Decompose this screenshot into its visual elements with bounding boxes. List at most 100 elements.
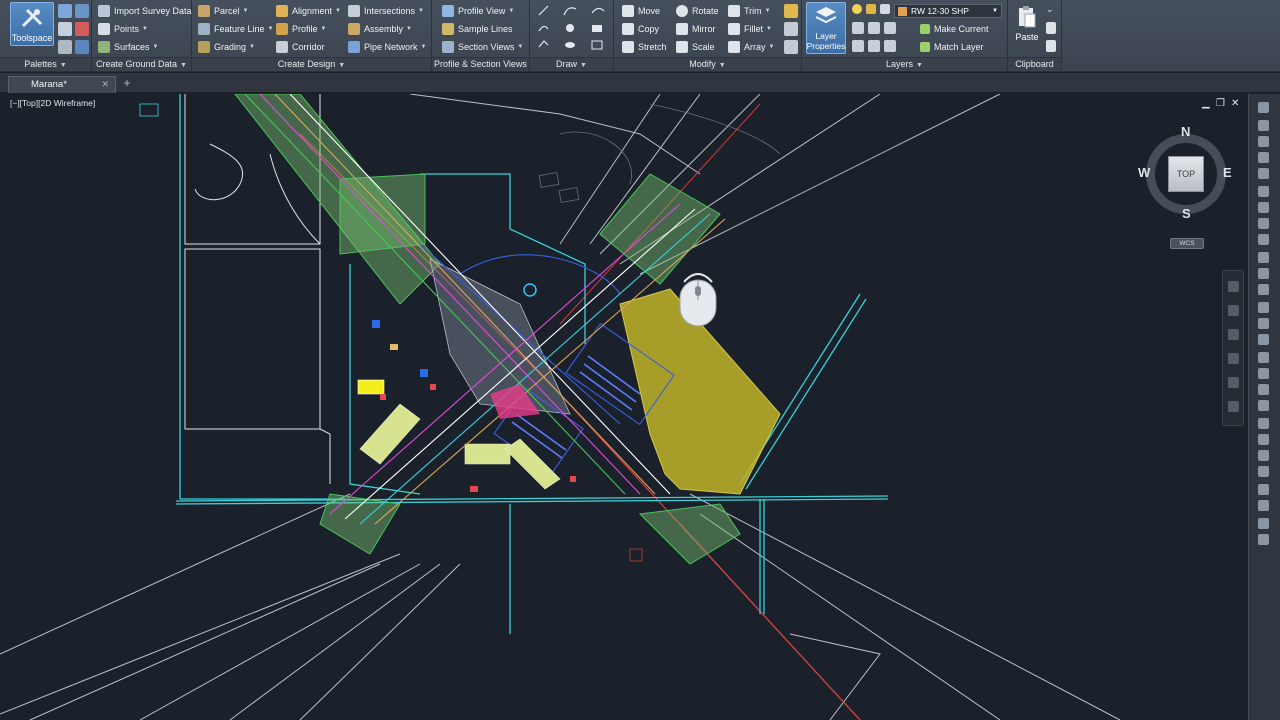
viewport-controls-label[interactable]: [−][Top][2D Wireframe] [10, 98, 95, 108]
tool-icon[interactable] [1258, 334, 1269, 345]
tool-icon[interactable] [1258, 234, 1269, 245]
layers-palette-icon[interactable] [75, 22, 89, 36]
scale-button[interactable]: Scale [676, 39, 715, 55]
sample-lines-button[interactable]: Sample Lines [442, 21, 513, 37]
erase-icon[interactable] [784, 22, 798, 36]
tool-icon[interactable] [1258, 484, 1269, 495]
palettes-panel-title[interactable]: Palettes ▼ [0, 57, 91, 70]
profile-button[interactable]: Profile ▼ [276, 21, 326, 37]
tool-icon[interactable] [1258, 136, 1269, 147]
bulb-icon[interactable] [852, 4, 862, 14]
layer-tool-icon[interactable] [868, 40, 880, 52]
ground-data-panel-title[interactable]: Create Ground Data ▼ [92, 57, 191, 70]
tool-icon[interactable] [1258, 284, 1269, 295]
profile-view-button[interactable]: Profile View ▼ [442, 3, 514, 19]
lock-icon[interactable] [880, 4, 890, 14]
site-plan-drawing[interactable] [0, 94, 1246, 720]
layer-tool-icon[interactable] [868, 22, 880, 34]
restore-icon[interactable]: ❐ [1216, 98, 1225, 109]
copy-button[interactable]: Copy [622, 21, 659, 37]
cut-icon[interactable] [1046, 40, 1056, 52]
compass-east-label[interactable]: E [1223, 165, 1232, 180]
compass-west-label[interactable]: W [1138, 165, 1150, 180]
layer-tool-icon[interactable] [852, 22, 864, 34]
viewcube[interactable]: TOP N S E W [1138, 124, 1234, 222]
toolspace-button[interactable]: Toolspace [10, 2, 54, 46]
tool-icon[interactable] [1258, 318, 1269, 329]
layer-tool-icon[interactable] [852, 40, 864, 52]
tool-icon[interactable] [1258, 168, 1269, 179]
orbit-icon[interactable] [1228, 353, 1239, 364]
tool-icon[interactable] [1258, 534, 1269, 545]
make-current-button[interactable]: Make Current [920, 21, 989, 37]
fillet-button[interactable]: Fillet ▼ [728, 21, 772, 37]
navbar-menu-icon[interactable] [1228, 401, 1239, 412]
grid-icon[interactable] [58, 40, 72, 54]
zoom-icon[interactable] [1228, 329, 1239, 340]
layers-panel-title[interactable]: Layers ▼ [802, 57, 1007, 70]
tool-icon[interactable] [1258, 352, 1269, 363]
import-survey-data-button[interactable]: Import Survey Data [98, 3, 192, 19]
mirror-button[interactable]: Mirror [676, 21, 716, 37]
compass-north-label[interactable]: N [1181, 124, 1190, 139]
tool-icon[interactable] [1258, 384, 1269, 395]
pipe-network-button[interactable]: Pipe Network ▼ [348, 39, 426, 55]
draw-panel-title[interactable]: Draw ▼ [530, 57, 613, 70]
tool-icon[interactable] [1258, 152, 1269, 163]
edit-pencil-icon[interactable] [784, 4, 798, 18]
ucs-menu-button[interactable]: WCS [1170, 238, 1204, 249]
layer-tool-icon[interactable] [884, 22, 896, 34]
tool-icon[interactable] [1258, 120, 1269, 131]
close-icon[interactable]: ✕ [1231, 98, 1239, 109]
surfaces-button[interactable]: Surfaces ▼ [98, 39, 158, 55]
draw-tools-icons[interactable] [536, 3, 610, 51]
document-tab[interactable]: Marana* ✕ [8, 76, 116, 93]
compass-south-label[interactable]: S [1182, 206, 1191, 221]
tool-icon[interactable] [1258, 418, 1269, 429]
tool-icon[interactable] [1258, 400, 1269, 411]
viewcube-top-face[interactable]: TOP [1168, 156, 1204, 192]
explode-icon[interactable] [784, 40, 798, 54]
steering-wheel-icon[interactable] [1228, 281, 1239, 292]
feature-line-button[interactable]: Feature Line ▼ [198, 21, 274, 37]
tool-icon[interactable] [1258, 252, 1269, 263]
modify-panel-title[interactable]: Modify ▼ [614, 57, 801, 70]
corridor-button[interactable]: Corridor [276, 39, 325, 55]
copy-clip-icon[interactable] [1046, 22, 1056, 34]
chevron-down-icon[interactable]: ⌄ [1046, 4, 1056, 14]
intersections-button[interactable]: Intersections ▼ [348, 3, 424, 19]
match-layer-button[interactable]: Match Layer [920, 39, 984, 55]
layer-tool-icon[interactable] [884, 40, 896, 52]
tool-icon[interactable] [1258, 450, 1269, 461]
tool-icon[interactable] [1258, 102, 1269, 113]
trim-button[interactable]: Trim ▼ [728, 3, 771, 19]
sun-icon[interactable] [866, 4, 876, 14]
parcel-button[interactable]: Parcel ▼ [198, 3, 248, 19]
section-views-button[interactable]: Section Views ▼ [442, 39, 523, 55]
tool-icon[interactable] [1258, 218, 1269, 229]
array-button[interactable]: Array ▼ [728, 39, 774, 55]
stretch-button[interactable]: Stretch [622, 39, 667, 55]
pan-icon[interactable] [1228, 305, 1239, 316]
close-tab-icon[interactable]: ✕ [101, 77, 109, 92]
survey-icon[interactable] [75, 4, 89, 18]
tool-icon[interactable] [1258, 268, 1269, 279]
tool-icon[interactable] [1258, 466, 1269, 477]
properties-icon[interactable] [58, 22, 72, 36]
points-button[interactable]: Points ▼ [98, 21, 148, 37]
new-tab-button[interactable]: + [120, 77, 134, 91]
assembly-button[interactable]: Assembly ▼ [348, 21, 412, 37]
create-design-panel-title[interactable]: Create Design ▼ [192, 57, 431, 70]
tool-icon[interactable] [1258, 518, 1269, 529]
tool-icon[interactable] [1258, 186, 1269, 197]
paste-button[interactable]: Paste [1012, 2, 1042, 44]
move-button[interactable]: Move [622, 3, 660, 19]
minimize-icon[interactable]: ▁ [1202, 98, 1210, 109]
prospector-icon[interactable] [58, 4, 72, 18]
alignment-button[interactable]: Alignment ▼ [276, 3, 341, 19]
showmotion-icon[interactable] [1228, 377, 1239, 388]
tool-icon[interactable] [1258, 500, 1269, 511]
grading-button[interactable]: Grading ▼ [198, 39, 255, 55]
current-layer-dropdown[interactable]: RW 12-30 SHP ▼ [894, 4, 1002, 18]
layer-properties-button[interactable]: Layer Properties [806, 2, 846, 54]
